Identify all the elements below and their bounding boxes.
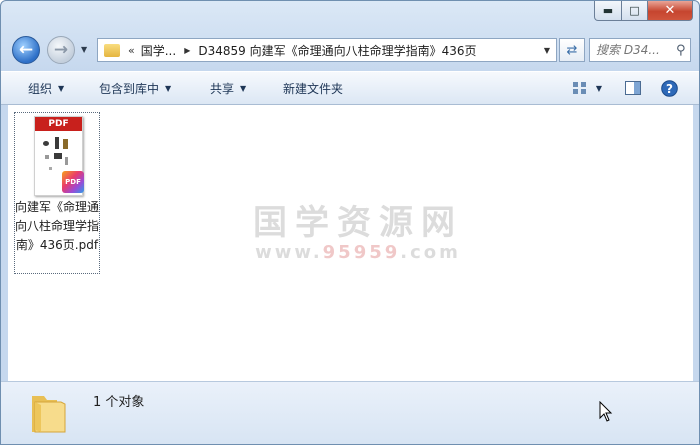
minimize-button[interactable]: ▬ [594, 1, 622, 21]
thumb-ink [45, 155, 49, 159]
watermark: 国学资源网 www.95959.com [238, 195, 478, 263]
search-box[interactable]: ⚲ [589, 38, 691, 62]
preview-pane-button[interactable] [623, 79, 643, 97]
include-library-label: 包含到库中 [99, 81, 160, 96]
chevron-down-icon: ▼ [240, 83, 247, 93]
search-icon[interactable]: ⚲ [676, 43, 686, 58]
include-in-library-menu[interactable]: 包含到库中 ▼ [99, 72, 171, 104]
watermark-url: www.95959.com [238, 242, 478, 263]
maximize-icon: □ [629, 4, 640, 17]
arrow-left-icon: ← [18, 40, 34, 60]
chevron-down-icon: ▼ [58, 83, 65, 93]
file-item[interactable]: PDF PDF 向建军《命理通向八柱命理学指南》436页.pdf [14, 112, 100, 274]
breadcrumb-item-guoxue[interactable]: 国学... [141, 42, 176, 59]
history-dropdown-button[interactable]: ▼ [81, 45, 87, 54]
minimize-icon: ▬ [602, 4, 614, 17]
preview-pane-icon [625, 81, 641, 95]
thumb-ink [55, 137, 59, 149]
thumb-ink [54, 153, 62, 159]
watermark-url-prefix: www. [255, 242, 323, 263]
thumb-ink [49, 167, 52, 170]
view-icon [572, 82, 586, 94]
details-pane: 1 个对象 [1, 381, 699, 444]
thumb-ink [63, 139, 68, 149]
organize-menu[interactable]: 组织 ▼ [28, 72, 64, 104]
refresh-icon: ⇄ [566, 42, 578, 58]
svg-text:?: ? [666, 81, 673, 95]
pdf-thumbnail: PDF PDF [34, 116, 84, 196]
navigation-bar: ← → ▼ « 国学... ▶ D34859 向建军《命理通向八柱命理学指南》4… [1, 33, 699, 67]
watermark-url-suffix: .com [400, 242, 461, 263]
item-count: 1 个对象 [93, 395, 145, 410]
close-icon: ✕ [664, 3, 676, 18]
help-icon: ? [660, 79, 678, 97]
thumb-ink [65, 157, 68, 165]
close-button[interactable]: ✕ [648, 1, 693, 21]
title-bar: ▬ □ ✕ [1, 1, 699, 31]
mouse-cursor-icon [599, 401, 613, 422]
new-folder-button[interactable]: 新建文件夹 [283, 72, 343, 104]
maximize-button[interactable]: □ [622, 1, 648, 21]
arrow-right-icon: → [53, 40, 69, 60]
share-label: 共享 [210, 81, 235, 96]
change-view-button[interactable]: ▼ [567, 79, 607, 97]
address-dropdown-icon[interactable]: ▼ [544, 46, 550, 55]
breadcrumb-overflow[interactable]: « [128, 44, 135, 57]
chevron-down-icon: ▼ [165, 83, 172, 93]
command-bar: 组织 ▼ 包含到库中 ▼ 共享 ▼ 新建文件夹 ▼ ? [1, 71, 699, 105]
breadcrumb-arrow-icon[interactable]: ▶ [184, 46, 190, 55]
chevron-down-icon: ▼ [595, 83, 603, 93]
file-list-pane[interactable]: PDF PDF 向建军《命理通向八柱命理学指南》436页.pdf 国学资源网 w… [8, 105, 693, 381]
pdf-app-badge-icon: PDF [62, 171, 84, 193]
watermark-title: 国学资源网 [253, 203, 463, 243]
address-bar[interactable]: « 国学... ▶ D34859 向建军《命理通向八柱命理学指南》436页 ▼ [97, 38, 557, 62]
back-button[interactable]: ← [12, 36, 40, 64]
watermark-url-number: 95959 [322, 242, 401, 263]
explorer-window: ▬ □ ✕ ← → ▼ « 国学... ▶ D34859 向建军《命理通向八柱命… [0, 0, 700, 445]
search-input[interactable] [590, 42, 676, 58]
folder-icon [104, 43, 120, 57]
breadcrumb-item-current[interactable]: D34859 向建军《命理通向八柱命理学指南》436页 [198, 42, 476, 59]
caption-buttons: ▬ □ ✕ [594, 1, 693, 21]
forward-button[interactable]: → [47, 36, 75, 64]
organize-label: 组织 [28, 81, 53, 96]
folder-icon [32, 396, 66, 433]
chevron-down-icon: ▼ [81, 45, 88, 54]
file-name[interactable]: 向建军《命理通向八柱命理学指南》436页.pdf [15, 198, 99, 255]
refresh-button[interactable]: ⇄ [559, 38, 585, 62]
pdf-header-label: PDF [35, 117, 82, 131]
share-menu[interactable]: 共享 ▼ [210, 72, 246, 104]
new-folder-label: 新建文件夹 [283, 81, 344, 96]
help-button[interactable]: ? [659, 79, 679, 97]
thumb-ink [43, 141, 49, 146]
